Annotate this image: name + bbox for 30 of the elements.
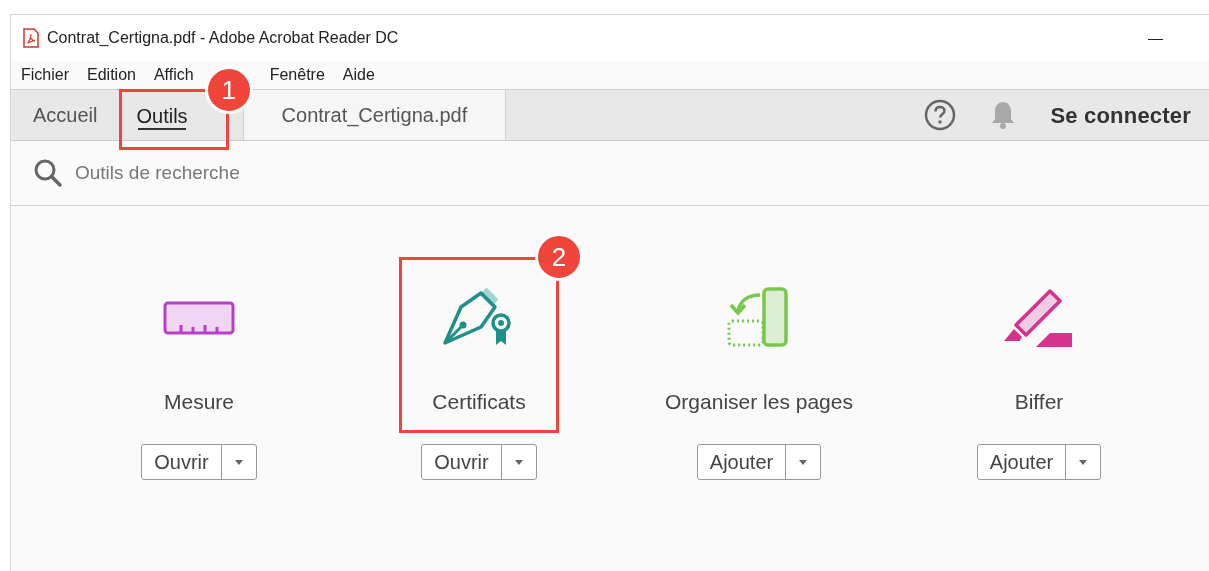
split-button[interactable]: Ajouter [976,443,1102,480]
menu-item[interactable]: Fenêtre [269,63,325,87]
window-title: Contrat_Certigna.pdf - Adobe Acrobat Reader DC [47,28,399,48]
tool-name: Mesure [164,389,234,415]
minimize-button[interactable]: — [1148,26,1197,50]
sign-in-link[interactable]: Se connecter [1050,98,1191,132]
bell-icon[interactable] [990,100,1017,130]
help-icon[interactable] [924,99,957,131]
split-button[interactable]: Ajouter [696,443,822,480]
tab[interactable]: Outils [132,92,192,140]
menu-item[interactable]: Aide [342,63,375,87]
tool-name: Organiser les pages [665,389,853,415]
tool-action-button[interactable]: Ouvrir [422,444,501,479]
callout-number: 2 [535,233,583,281]
tool-action-button[interactable]: Ouvrir [142,444,221,479]
search-icon [33,158,63,188]
menu-item[interactable]: Affich [153,63,194,87]
tool-name: Biffer [1014,389,1064,415]
search-field[interactable]: Outils de recherche [75,158,475,188]
menu-item[interactable]: Fichier [21,63,69,87]
ruler-icon [163,301,235,335]
split-button[interactable]: Ouvrir [421,443,537,480]
tab[interactable]: Accueil [11,90,120,140]
tool-action-button[interactable]: Ajouter [697,444,786,479]
tool-action-button[interactable]: Ajouter [977,444,1066,479]
pdf-file-icon [23,28,39,48]
split-button[interactable]: Ouvrir [141,443,257,480]
menu-item[interactable]: Edition [87,63,136,87]
document-tab[interactable]: Contrat_Certigna.pdf [242,90,507,140]
tool-name: Certificats [432,389,526,415]
